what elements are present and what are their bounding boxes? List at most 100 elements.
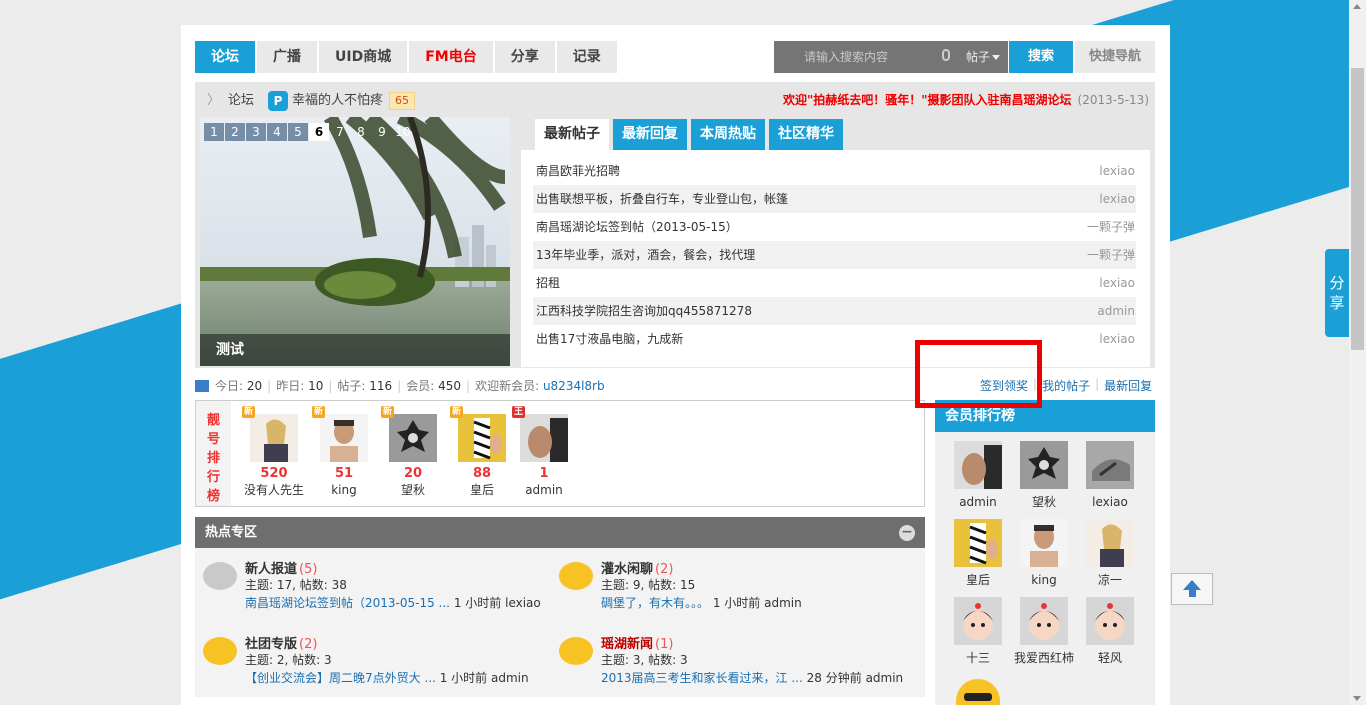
- tab-latest-posts[interactable]: 最新帖子: [535, 119, 609, 150]
- avatar[interactable]: [1020, 441, 1068, 489]
- quick-nav-button[interactable]: 快捷导航: [1075, 41, 1155, 73]
- member-name[interactable]: admin: [945, 494, 1011, 510]
- post-title[interactable]: 南昌欧菲光招聘: [533, 157, 620, 185]
- forum-name-text[interactable]: 社团专版: [245, 637, 297, 652]
- search-type-select[interactable]: 帖子: [966, 41, 1001, 73]
- last-post-author[interactable]: admin: [866, 671, 904, 685]
- back-to-top-arrow-icon[interactable]: [1171, 573, 1213, 605]
- rich-user-name[interactable]: 皇后: [452, 482, 512, 499]
- avatar[interactable]: 新: [242, 406, 298, 462]
- member-name[interactable]: 凉一: [1077, 572, 1143, 588]
- avatar[interactable]: [954, 519, 1002, 567]
- post-title[interactable]: 南昌瑶湖论坛签到帖（2013-05-15）: [533, 213, 738, 241]
- rich-user-name[interactable]: 没有人先生: [244, 482, 304, 499]
- post-title[interactable]: 招租: [533, 269, 560, 297]
- member-item[interactable]: 轻风: [1077, 597, 1143, 666]
- avatar[interactable]: [1086, 597, 1134, 645]
- post-author[interactable]: lexiao: [1099, 157, 1136, 185]
- member-item[interactable]: king: [1011, 519, 1077, 588]
- announcement[interactable]: 欢迎"拍赫纸去吧！骚年！"摄影团队入驻南昌瑶湖论坛 (2013-5-13): [783, 91, 1149, 108]
- avatar[interactable]: [954, 441, 1002, 489]
- avatar[interactable]: [954, 675, 1002, 705]
- nav-tab-share[interactable]: 分享: [494, 41, 557, 73]
- post-author[interactable]: lexiao: [1099, 325, 1136, 353]
- post-row[interactable]: 出售联想平板，折叠自行车，专业登山包，帐篷 lexiao: [533, 185, 1136, 213]
- slide-page[interactable]: 4: [267, 123, 287, 141]
- scrollbar-thumb[interactable]: [1351, 68, 1364, 350]
- post-title[interactable]: 13年毕业季，派对，酒会，餐会，找代理: [533, 241, 755, 269]
- nav-tab-record[interactable]: 记录: [556, 41, 619, 73]
- slide-page[interactable]: 9: [372, 123, 392, 141]
- slide-page[interactable]: 8: [351, 123, 371, 141]
- post-title[interactable]: 江西科技学院招生咨询加qq455871278: [533, 297, 752, 325]
- slide-page[interactable]: 3: [246, 123, 266, 141]
- avatar[interactable]: 新: [381, 406, 437, 462]
- member-item[interactable]: admin: [945, 441, 1011, 510]
- post-row[interactable]: 南昌瑶湖论坛签到帖（2013-05-15） 一颗子弹: [533, 213, 1136, 241]
- avatar[interactable]: [1086, 441, 1134, 489]
- forum-name[interactable]: 新人报道 (5): [245, 558, 317, 577]
- microphone-icon[interactable]: [942, 49, 950, 61]
- member-item[interactable]: 十三: [945, 597, 1011, 666]
- member-name[interactable]: 望秋: [1011, 494, 1077, 510]
- last-post-author[interactable]: admin: [764, 596, 802, 610]
- breadcrumb-user[interactable]: 幸福的人不怕疼: [292, 92, 383, 110]
- forum-name[interactable]: 社团专版 (2): [245, 633, 317, 652]
- share-side-button[interactable]: 分享: [1325, 249, 1349, 337]
- member-item[interactable]: 皇后: [945, 519, 1011, 588]
- slide-page[interactable]: 5: [288, 123, 308, 141]
- forum-name-text[interactable]: 瑶湖新闻: [601, 637, 653, 652]
- post-author[interactable]: lexiao: [1099, 185, 1136, 213]
- announcement-text[interactable]: 欢迎"拍赫纸去吧！骚年！"摄影团队入驻南昌瑶湖论坛: [783, 93, 1072, 107]
- rich-user[interactable]: 新 51 king: [312, 406, 374, 499]
- last-post-link[interactable]: 【创业交流会】周二晚7点外贸大 ...: [245, 671, 436, 685]
- member-name[interactable]: king: [1011, 572, 1077, 588]
- rich-user[interactable]: 新 520 没有人先生: [242, 406, 304, 499]
- post-author[interactable]: lexiao: [1099, 269, 1136, 297]
- member-name[interactable]: 轻风: [1077, 650, 1143, 666]
- tab-weekly-hot[interactable]: 本周热贴: [691, 119, 765, 150]
- slide-page[interactable]: 2: [225, 123, 245, 141]
- member-name[interactable]: 皇后: [945, 572, 1011, 588]
- rich-user-name[interactable]: king: [314, 482, 374, 499]
- rich-user[interactable]: 王 1 admin: [512, 406, 574, 499]
- forum-item[interactable]: 新人报道 (5) 主题: 17, 帖数: 38 南昌瑶湖论坛签到帖（2013-05…: [195, 558, 541, 618]
- forum-item[interactable]: 瑶湖新闻 (1) 主题: 3, 帖数: 3 2013届高三考生和家长看过来，江 .…: [551, 633, 903, 693]
- forum-name[interactable]: 瑶湖新闻 (1): [601, 633, 673, 652]
- slide-page[interactable]: 1: [204, 123, 224, 141]
- member-item[interactable]: 我爱西红柿: [1011, 597, 1077, 666]
- last-post-link[interactable]: 2013届高三考生和家长看过来，江 ...: [601, 671, 803, 685]
- post-author[interactable]: admin: [1097, 297, 1136, 325]
- avatar[interactable]: [1020, 597, 1068, 645]
- nav-tab-broadcast[interactable]: 广播: [257, 41, 319, 73]
- post-author[interactable]: 一颗子弹: [1087, 241, 1136, 269]
- post-author[interactable]: 一颗子弹: [1087, 213, 1136, 241]
- avatar[interactable]: 新: [312, 406, 368, 462]
- rich-user[interactable]: 新 88 皇后: [450, 406, 512, 499]
- slideshow[interactable]: 1 2 3 4 5 6 7 8 9 10 测试: [200, 117, 510, 366]
- member-item[interactable]: [945, 675, 1011, 705]
- search-input[interactable]: [774, 41, 934, 73]
- member-name[interactable]: lexiao: [1077, 494, 1143, 510]
- latest-replies-link[interactable]: 最新回复: [1104, 377, 1152, 394]
- post-title[interactable]: 出售17寸液晶电脑，九成新: [533, 325, 683, 353]
- slide-page[interactable]: 7: [330, 123, 350, 141]
- slide-caption[interactable]: 测试: [200, 334, 510, 366]
- last-post-link[interactable]: 碉堡了，有木有。。。: [601, 596, 709, 610]
- rich-user-name[interactable]: admin: [514, 482, 574, 499]
- post-title[interactable]: 出售联想平板，折叠自行车，专业登山包，帐篷: [533, 185, 788, 213]
- breadcrumb-home[interactable]: 论坛: [228, 92, 254, 110]
- member-item[interactable]: 望秋: [1011, 441, 1077, 510]
- forum-item[interactable]: 社团专版 (2) 主题: 2, 帖数: 3 【创业交流会】周二晚7点外贸大 ...…: [195, 633, 535, 693]
- rich-user-name[interactable]: 望秋: [383, 482, 443, 499]
- post-row[interactable]: 江西科技学院招生咨询加qq455871278 admin: [533, 297, 1136, 325]
- last-post-link[interactable]: 南昌瑶湖论坛签到帖（2013-05-15 ...: [245, 596, 450, 610]
- forum-name-text[interactable]: 灌水闲聊: [601, 562, 653, 577]
- forum-name[interactable]: 灌水闲聊 (2): [601, 558, 673, 577]
- checkin-reward-link[interactable]: 签到领奖: [980, 377, 1028, 394]
- nav-tab-uid-shop[interactable]: UID商城: [319, 41, 410, 73]
- nav-tab-forum[interactable]: 论坛: [195, 41, 257, 73]
- member-item[interactable]: 凉一: [1077, 519, 1143, 588]
- post-row[interactable]: 南昌欧菲光招聘 lexiao: [533, 157, 1136, 185]
- avatar[interactable]: 新: [450, 406, 506, 462]
